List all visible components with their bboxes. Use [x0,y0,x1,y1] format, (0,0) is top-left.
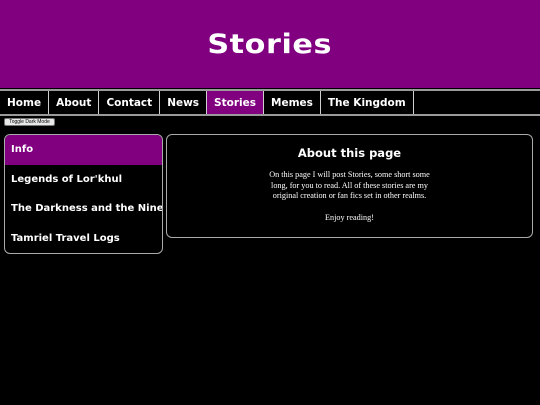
about-body-text: On this page I will post Stories, some s… [269,170,430,200]
nav-item-about[interactable]: About [49,91,100,114]
enjoy-reading-text: Enjoy reading! [325,212,374,222]
sidebar-item-info[interactable]: Info [5,135,162,165]
top-navbar: Home About Contact News Stories Memes Th… [0,89,540,116]
page-title: Stories [207,28,333,60]
sidebar-item-legends-of-lorkhul[interactable]: Legends of Lor'khul [5,165,162,195]
nav-item-the-kingdom[interactable]: The Kingdom [321,91,414,114]
sidebar-item-darkness-and-the-nine[interactable]: The Darkness and the Nine [5,194,162,224]
stories-sidebar: Info Legends of Lor'khul The Darkness an… [4,134,163,254]
sidebar-item-tamriel-travel-logs[interactable]: Tamriel Travel Logs [5,224,162,254]
nav-item-memes[interactable]: Memes [264,91,321,114]
about-panel: About this page On this page I will post… [166,134,533,238]
toggle-dark-mode-button[interactable]: Toggle Dark Mode [4,118,55,126]
header-banner: Stories [0,0,540,88]
nav-item-contact[interactable]: Contact [99,91,161,114]
about-heading: About this page [297,146,402,160]
nav-item-news[interactable]: News [160,91,208,114]
nav-item-home[interactable]: Home [0,91,50,114]
nav-item-stories[interactable]: Stories [207,91,264,114]
